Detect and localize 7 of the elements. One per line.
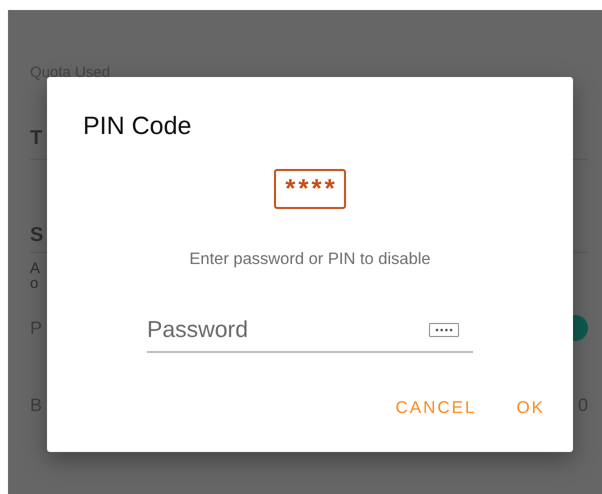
dialog-message: Enter password or PIN to disable <box>189 250 431 268</box>
cancel-button[interactable]: CANCEL <box>387 390 484 424</box>
dialog-title: PIN Code <box>83 111 192 141</box>
pin-badge: **** <box>274 169 346 209</box>
section-description: A <box>30 260 40 276</box>
password-dots-icon <box>429 323 459 337</box>
ok-button[interactable]: OK <box>508 390 553 424</box>
